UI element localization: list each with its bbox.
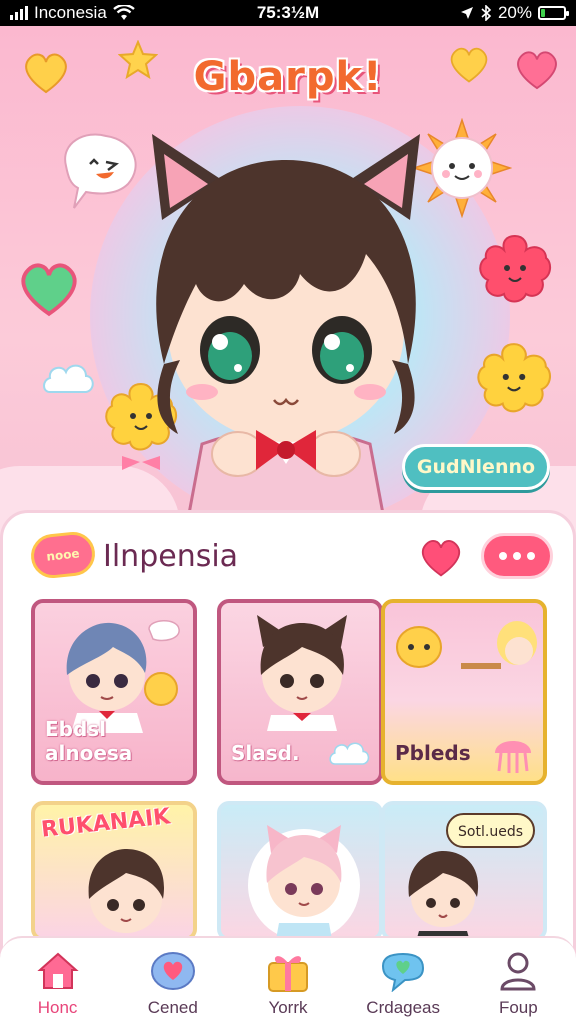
tab-label: Crdageas — [366, 998, 441, 1017]
dot-icon — [499, 552, 507, 560]
cloud-sticker-icon — [329, 742, 370, 765]
tab-cened[interactable]: Cened — [119, 948, 227, 1018]
dot-icon — [513, 552, 521, 560]
battery-percent: 20% — [497, 3, 532, 22]
card-label: Slasd. — [231, 741, 300, 765]
card-character-illustration — [88, 849, 165, 933]
tab-label: Foup — [498, 998, 538, 1017]
card-character-illustration — [248, 825, 360, 937]
flower-sticker-red-icon — [479, 234, 552, 303]
tab-label: Yorrk — [268, 998, 308, 1017]
tab-work[interactable]: Yorrk — [234, 948, 342, 1018]
status-time: 75:3½M — [256, 3, 320, 22]
home-icon — [33, 948, 83, 994]
card-label: Ebdsl alnoesa — [45, 717, 133, 765]
panel-title: Ilnpensia — [103, 539, 239, 574]
battery-fill — [541, 9, 546, 17]
panel-badge: nooe — [28, 529, 98, 581]
content-card[interactable]: RUKANAIK — [31, 801, 197, 941]
card-character-illustration — [257, 615, 347, 731]
card-character-illustration — [66, 620, 180, 733]
dot-icon — [527, 552, 535, 560]
card-character-illustration — [408, 851, 479, 937]
tab-label: Honc — [37, 998, 78, 1017]
card-label: Pbleds — [395, 741, 471, 765]
favorite-heart-button[interactable] — [419, 535, 463, 579]
status-bar: Inconesia 75:3½M 20% — [0, 0, 576, 26]
gift-icon — [263, 948, 313, 994]
hero-title: Gbarpk! — [193, 54, 383, 100]
flower-sticker-yellow-icon — [477, 343, 551, 413]
tab-profile[interactable]: Foup — [464, 948, 572, 1018]
chat-heart-icon — [378, 948, 428, 994]
status-right: 20% — [460, 3, 569, 23]
panel-header: nooe Ilnpensia — [27, 529, 557, 581]
bluetooth-icon — [481, 5, 492, 21]
hero-banner: Gbarpk! GudNlenno — [0, 26, 576, 546]
carrier-name: Inconesia — [34, 3, 107, 22]
wifi-icon — [113, 5, 135, 20]
heart-bubble-icon — [148, 948, 198, 994]
tab-crdageas[interactable]: Crdageas — [349, 948, 457, 1018]
content-card[interactable] — [217, 801, 383, 941]
card-characters-illustration — [396, 621, 537, 669]
hero-tag-button[interactable]: GudNlenno — [402, 444, 550, 490]
more-options-button[interactable] — [481, 533, 553, 579]
cloud-sticker-icon — [43, 364, 94, 393]
tab-home[interactable]: Honc — [4, 948, 112, 1018]
user-icon — [493, 948, 543, 994]
heart-sticker-green-icon — [21, 263, 77, 317]
status-left: Inconesia — [10, 3, 135, 23]
tab-label: Cened — [147, 998, 198, 1017]
content-card[interactable]: Slasd. — [217, 599, 383, 785]
location-arrow-icon — [460, 7, 473, 19]
bottom-tab-bar: Honc Cened Yorrk Crdageas Foup — [0, 936, 576, 1024]
jellyfish-sticker-icon — [495, 741, 531, 773]
signal-icon — [10, 6, 28, 20]
content-card[interactable]: Sotl.ueds — [381, 801, 547, 941]
card-label: Sotl.ueds — [458, 824, 523, 840]
content-card[interactable]: Ebdsl alnoesa — [31, 599, 197, 785]
battery-icon — [538, 6, 569, 20]
content-card[interactable]: Pbleds — [381, 599, 547, 785]
